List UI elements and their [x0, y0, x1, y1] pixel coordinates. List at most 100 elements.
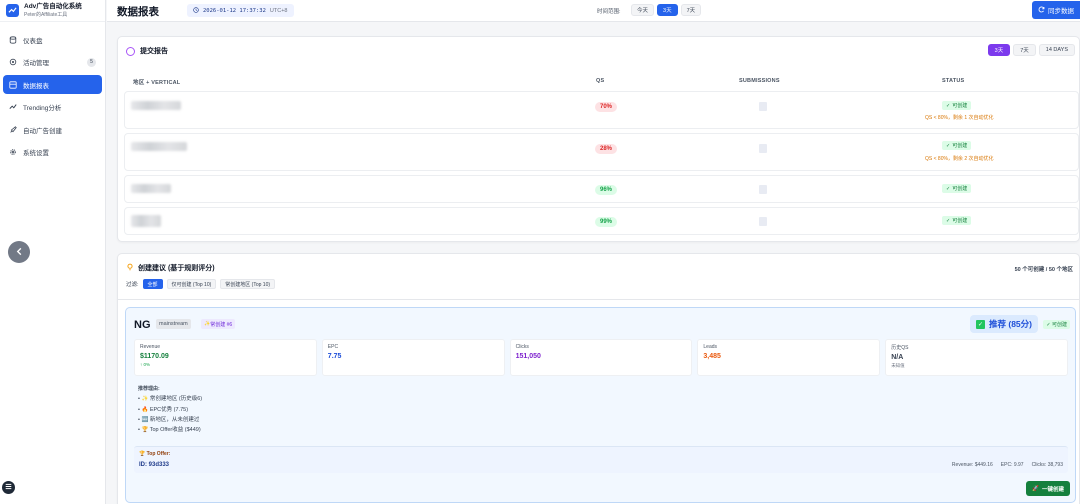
submissions-bar — [759, 144, 767, 153]
metric-sub: 未知值 — [891, 363, 905, 368]
qs-badge: 70% — [595, 102, 618, 112]
table-row[interactable]: 99% ✓ 可创建 — [124, 207, 1079, 235]
status-badge: ✓ 可创建 — [942, 141, 972, 150]
range-selector: 今天 3天 7天 — [631, 4, 702, 16]
status-badge: ✓ 可创建 — [942, 216, 972, 225]
rocket-icon: 🚀 — [1032, 485, 1039, 492]
sidebar-nav: 仪表盘 活动管理 5 数据报表 Trending分析 自动广告创建 系统设置 — [0, 22, 105, 173]
trending-icon — [9, 103, 17, 111]
submissions-bar — [759, 185, 767, 194]
table-header: 地区 + VERTICAL QS SUBMISSIONS STATUS — [118, 75, 1079, 89]
filter-frequent-button[interactable]: 常创建地区 (Top 10) — [220, 279, 276, 289]
sync-data-button[interactable]: 同步数据 — [1032, 1, 1080, 19]
qs-badge: 99% — [595, 217, 618, 227]
app: Adv广告自动化系统 Peter的Affiliate工具 仪表盘 活动管理 5 … — [0, 0, 1080, 504]
table-row[interactable]: 28% ✓ 可创建 QS < 80%，剩余 2 次自动优化 — [124, 133, 1079, 171]
metric-label: Leads — [703, 344, 718, 350]
suggestion-count: 50 个可创建 / 50 个地区 — [1014, 267, 1073, 273]
sidebar-item-label: Trending分析 — [23, 105, 62, 112]
reason-item: • 🔥 EPC优秀 (7.75) — [138, 406, 189, 413]
sidebar: Adv广告自动化系统 Peter的Affiliate工具 仪表盘 活动管理 5 … — [0, 0, 106, 504]
report-7d-button[interactable]: 7天 — [1013, 44, 1036, 56]
status-badge: ✓ 可创建 — [942, 184, 972, 193]
sidebar-item-label: 仪表盘 — [23, 37, 43, 45]
sidebar-item-trending[interactable]: Trending分析 — [3, 98, 102, 117]
qs-badge: 28% — [595, 144, 618, 154]
database-icon — [9, 35, 17, 44]
one-click-create-button[interactable]: 🚀 一键创建 — [1026, 481, 1070, 496]
clock-icon — [193, 6, 199, 15]
report-3d-button[interactable]: 3天 — [987, 44, 1011, 56]
range-label: 时间范围: — [597, 9, 621, 15]
qs-badge: 96% — [595, 185, 618, 195]
filter-all-button[interactable]: 全部 — [142, 279, 163, 289]
sync-label: 同步数据 — [1048, 8, 1074, 15]
status-text: 可创建 — [952, 218, 968, 224]
checkbox-icon: ✓ — [976, 319, 986, 329]
report-title-text: 提交报告 — [140, 48, 168, 55]
metric-value: N/A — [891, 354, 904, 361]
status-badge: ✓ 可创建 — [942, 101, 972, 110]
metric-label: EPC — [327, 344, 339, 350]
lightbulb-icon — [126, 263, 134, 273]
metric-value: 7.75 — [327, 353, 342, 360]
sidebar-item-dashboard[interactable]: 仪表盘 — [3, 30, 102, 49]
table-row[interactable]: 96% ✓ 可创建 — [124, 175, 1079, 203]
create-label: 一键创建 — [1041, 486, 1064, 493]
can-create-badge: ✓ 可创建 — [1043, 320, 1070, 329]
sidebar-item-campaigns[interactable]: 活动管理 5 — [3, 53, 102, 72]
sidebar-item-auto-create[interactable]: 自动广告创建 — [3, 120, 102, 139]
submissions-bar — [759, 102, 767, 111]
suggestion-title-text: 创建建议 (基于规则评分) — [138, 265, 215, 272]
trend-logo-icon — [6, 4, 19, 17]
suggestion-title: 创建建议 (基于规则评分) — [126, 263, 215, 273]
suggestion-filter: 过滤: 全部 仅可创建 (Top 10) 常创建地区 (Top 10) — [126, 279, 276, 289]
create-suggestion-card: 创建建议 (基于规则评分) 50 个可创建 / 50 个地区 过滤: 全部 仅可… — [117, 253, 1080, 504]
filter-creatable-button[interactable]: 仅可创建 (Top 10) — [166, 279, 217, 289]
metric-label: 历史QS — [891, 345, 909, 351]
metric-history-qs: 历史QS N/A 未知值 — [885, 339, 1068, 376]
sidebar-item-settings[interactable]: 系统设置 — [3, 143, 102, 162]
geo-suggestion-card: NG mainstream ✨ 常创建 #6 ✓ 推荐 (85分) ✓ 可创建 … — [125, 307, 1076, 503]
table-row[interactable]: 70% ✓ 可创建 QS < 80%，剩余 1 次自动优化 — [124, 91, 1079, 129]
chart-icon — [9, 80, 17, 89]
gear-icon — [9, 58, 17, 66]
redacted-region — [131, 101, 181, 110]
range-7d-button[interactable]: 7天 — [680, 4, 702, 16]
range-today-button[interactable]: 今天 — [631, 4, 655, 16]
metric-revenue: Revenue $1170.09 ↑ 0% — [134, 339, 317, 376]
metric-value: 151,050 — [515, 353, 541, 360]
submissions-bar — [759, 217, 767, 226]
offer-id: ID: 93d333 — [139, 462, 170, 468]
collapse-sidebar-button[interactable] — [8, 241, 30, 263]
report-title: 提交报告 — [126, 46, 168, 56]
metric-leads: Leads 3,485 — [697, 339, 881, 376]
sidebar-item-label: 活动管理 — [23, 60, 49, 67]
offer-clicks: Clicks: 38,793 — [1031, 462, 1063, 468]
top-offer-panel: 🏆 Top Offer: ID: 93d333 Revenue: $449.16… — [134, 446, 1068, 473]
sidebar-item-label: 系统设置 — [23, 150, 49, 157]
status-text: 可创建 — [952, 186, 968, 192]
top-offer-header: 🏆 Top Offer: — [139, 451, 171, 457]
sidebar-item-reports[interactable]: 数据报表 — [3, 75, 102, 94]
col-submissions: SUBMISSIONS — [739, 78, 780, 84]
metrics-row: Revenue $1170.09 ↑ 0% EPC 7.75 Clicks 15… — [134, 339, 1068, 376]
brand: Adv广告自动化系统 Peter的Affiliate工具 — [0, 0, 105, 22]
report-14d-button[interactable]: 14 DAYS — [1038, 44, 1075, 56]
target-icon — [126, 46, 135, 56]
brand-title: Adv广告自动化系统 — [24, 3, 82, 11]
menu-button[interactable] — [2, 481, 15, 494]
top-offer-header-text: Top Offer: — [146, 451, 171, 457]
metric-value: $1170.09 — [140, 353, 169, 360]
redacted-region — [131, 142, 187, 151]
refresh-icon — [1038, 6, 1045, 15]
datetime-text: 2026-01-12 17:37:32 — [203, 7, 266, 14]
range-3d-button[interactable]: 3天 — [657, 4, 678, 16]
rocket-icon — [9, 125, 17, 134]
page-title: 数据报表 — [117, 6, 159, 18]
status-note: QS < 80%，剩余 2 次自动优化 — [925, 156, 994, 162]
campaign-count-badge: 5 — [87, 57, 96, 67]
hamburger-icon — [5, 483, 12, 492]
recommend-reasons: 推荐理由: • ✨ 常创建地区 (历史级6) • 🔥 EPC优秀 (7.75) … — [138, 384, 202, 435]
filter-label: 过滤: — [126, 282, 139, 288]
